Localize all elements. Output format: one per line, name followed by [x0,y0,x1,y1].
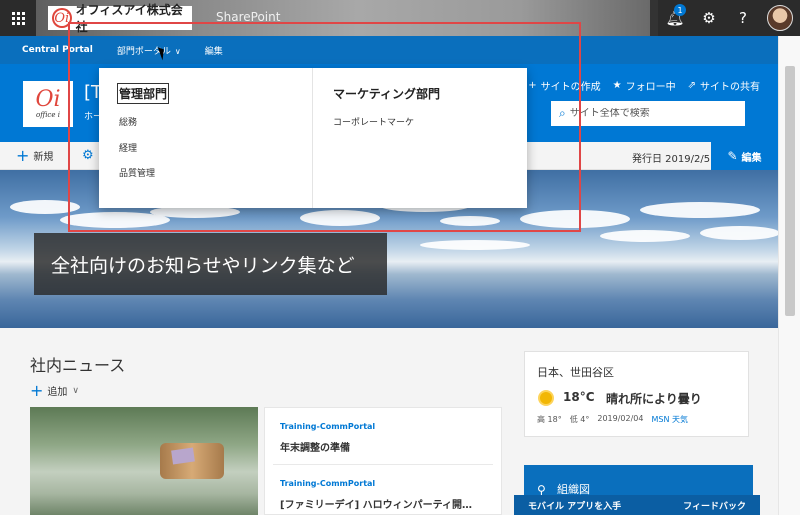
weather-location: 日本、世田谷区 [537,366,614,379]
mobile-app-link[interactable]: モバイル アプリを入手 [528,499,621,512]
edit-page-button[interactable]: ✎ 編集 [711,142,778,170]
site-logo-text: office i [36,111,60,119]
share-site-button[interactable]: ⇗ サイトの共有 [688,78,760,93]
account-button[interactable] [760,0,800,36]
news-item[interactable]: Training-CommPortal 年末調整の準備 [265,408,501,454]
feedback-link[interactable]: フィードバック [683,499,746,512]
news-item[interactable]: Training-CommPortal [ファミリーデイ] ハロウィンパーティ開… [273,464,493,511]
news-list: Training-CommPortal 年末調整の準備 Training-Com… [264,407,502,515]
site-logo-mark: Oi [35,87,61,112]
weather-temperature: 18°C [563,390,595,404]
add-news-label: 追加 [47,387,68,398]
chevron-down-icon: ∨ [72,385,79,396]
hero-caption-text: 全社向けのお知らせやリンク集など [51,254,355,277]
gear-icon: ⚙ [702,9,716,27]
weather-high: 高 18° [537,415,562,424]
star-icon: ★ [612,80,622,91]
add-news-button[interactable]: + 追加 ∨ [30,380,79,400]
plus-icon: + [30,380,44,400]
weather-condition: 晴れ所により曇り [606,392,702,406]
weather-details: 高 18° 低 4° 2019/02/04 MSN 天気 [537,414,696,425]
footer-bar: モバイル アプリを入手 フィードバック [514,495,760,515]
news-item-headline: 年末調整の準備 [280,443,350,454]
site-search-input[interactable] [569,108,730,119]
sun-icon [540,392,552,404]
weather-date: 2019/02/04 [597,414,644,423]
site-logo[interactable]: Oi office i [23,81,73,127]
plus-icon: + [16,145,30,165]
suite-actions: 🔔︎ 1 ⚙ ? [658,0,800,36]
settings-button[interactable]: ⚙ [692,0,726,36]
app-launcher-button[interactable] [0,0,36,36]
highlight-annotation-frame [68,22,581,232]
share-icon: ⇗ [687,80,696,91]
follow-button[interactable]: ★ フォロー中 [613,78,676,93]
news-item-headline: [ファミリーデイ] ハロウィンパーティ開… [280,500,473,511]
pencil-icon: ✎ [727,149,738,163]
weather-low: 低 4° [569,415,590,424]
new-label: 新規 [33,152,54,163]
help-button[interactable]: ? [726,0,760,36]
hero-caption: 全社向けのお知らせやリンク集など [34,233,387,295]
edit-page-label: 編集 [741,152,762,164]
notification-badge: 1 [674,4,686,16]
avatar [767,5,793,31]
help-icon: ? [739,9,747,27]
new-button[interactable]: + 新規 [16,145,54,165]
waffle-icon [11,11,25,25]
news-featured-image[interactable] [30,407,258,515]
published-date: 発行日 2019/2/5 [632,154,711,165]
scrollbar-thumb[interactable] [785,66,795,316]
news-item-site: Training-CommPortal [280,422,376,431]
weather-source-link[interactable]: MSN 天気 [651,414,688,425]
follow-label: フォロー中 [625,82,676,93]
page-scrollbar[interactable] [778,36,800,515]
notifications-button[interactable]: 🔔︎ 1 [658,0,692,36]
news-item-site: Training-CommPortal [280,479,376,488]
news-section-title: 社内ニュース [30,356,126,375]
share-site-label: サイトの共有 [700,82,760,93]
weather-webpart[interactable]: 日本、世田谷区 18°C 晴れ所により曇り 高 18° 低 4° 2019/02… [524,351,749,437]
